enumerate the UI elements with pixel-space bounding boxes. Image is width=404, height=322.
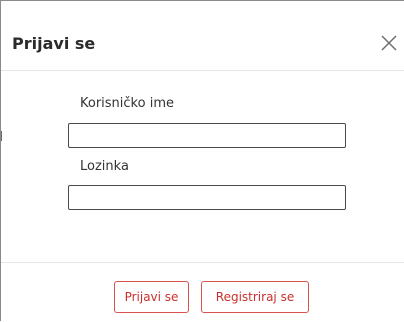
register-button[interactable]: Registriraj se <box>201 281 309 313</box>
login-button[interactable]: Prijavi se <box>114 281 189 313</box>
password-label: Lozinka <box>80 159 129 174</box>
dialog-footer: Prijavi se Registriraj se <box>1 263 404 322</box>
username-input[interactable] <box>68 123 346 148</box>
dialog-body: Korisničko ime Lozinka <box>1 71 404 263</box>
close-icon <box>381 35 397 51</box>
dialog-header: Prijavi se <box>1 1 404 71</box>
password-input[interactable] <box>68 185 346 210</box>
username-label: Korisničko ime <box>80 96 174 111</box>
login-dialog: Prijavi se Korisničko ime Lozinka Prijav… <box>0 0 404 321</box>
dialog-title: Prijavi se <box>12 34 96 53</box>
close-button[interactable] <box>378 32 400 54</box>
